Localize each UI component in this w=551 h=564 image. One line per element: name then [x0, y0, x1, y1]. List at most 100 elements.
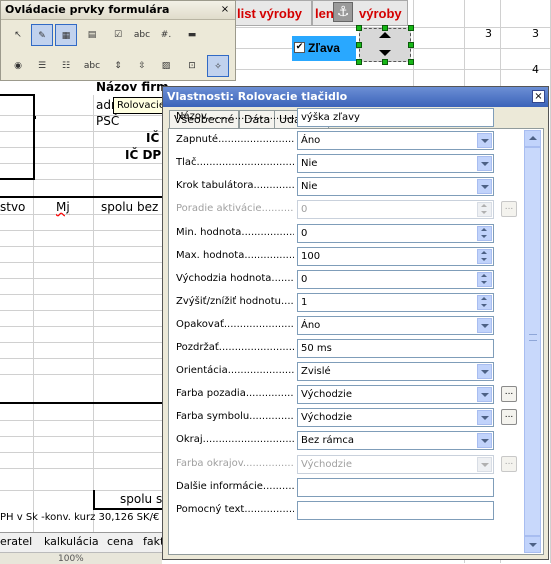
push-button-icon[interactable]: ▬	[181, 24, 203, 46]
selection-handle[interactable]	[356, 42, 362, 48]
property-value: Východzie	[301, 412, 352, 424]
chevron-down-icon[interactable]	[477, 133, 492, 149]
checkbox-icon[interactable]: ✔	[294, 42, 305, 53]
properties-scrollbar[interactable]	[524, 130, 541, 553]
list-box-icon[interactable]: ☰	[31, 55, 53, 77]
property-dropdown[interactable]: Bez rámca	[297, 431, 494, 451]
property-label: Min. hodnota.....................	[176, 226, 294, 238]
cell-value: 3	[532, 27, 539, 40]
scroll-up-button[interactable]	[524, 130, 541, 147]
chevron-down-icon[interactable]	[477, 410, 492, 426]
property-value: Nie	[301, 181, 318, 193]
form-controls-toolbar: Ovládacie prvky formulára × ↖ ✎ ▦ ▤ ☑ abc #. ▬ ◉…	[0, 0, 236, 81]
chevron-down-icon[interactable]	[477, 433, 492, 449]
spin-arrows-icon[interactable]	[477, 271, 492, 287]
property-dropdown[interactable]: Áno	[297, 315, 494, 335]
property-dropdown[interactable]: Východzie	[297, 385, 494, 405]
property-spinfield[interactable]: 0	[297, 223, 494, 243]
chevron-down-icon[interactable]	[477, 364, 492, 380]
text-box-icon[interactable]: abc	[131, 24, 153, 46]
property-dropdown[interactable]: Východzie	[297, 408, 494, 428]
property-label: Zapnuté............................	[176, 134, 294, 146]
scroll-down-button[interactable]	[524, 536, 541, 553]
property-value: Východzie	[301, 389, 352, 401]
chevron-up-icon	[529, 136, 537, 140]
cell-value: 3	[485, 27, 492, 40]
selection-handle[interactable]	[382, 59, 388, 65]
list-vyroby-button[interactable]: list výroby	[232, 0, 312, 26]
group-box-icon[interactable]: ⊡	[181, 55, 203, 77]
property-input[interactable]: výška zľavy	[297, 108, 494, 127]
property-label: Východzia hodnota..............	[176, 272, 294, 284]
more-options-button[interactable]: ...	[501, 409, 517, 426]
property-dropdown[interactable]: Nie	[297, 154, 494, 174]
chevron-down-icon[interactable]	[477, 387, 492, 403]
checkbox-icon[interactable]: ☑	[107, 24, 129, 46]
dialog-titlebar[interactable]: Vlastnosti: Rolovacie tlačidlo ×	[163, 87, 548, 107]
property-value: Východzie	[301, 458, 352, 470]
checkbox-label: Zľava	[308, 41, 340, 55]
len-button[interactable]: len výroby	[312, 0, 408, 26]
status-bar: 100%	[0, 552, 162, 564]
close-icon[interactable]: ×	[532, 90, 545, 103]
column-header-mnozstvo: stvo	[0, 200, 26, 214]
select-arrow-icon[interactable]: ↖	[7, 24, 29, 46]
property-label: Poradie aktivácie...............	[176, 203, 294, 215]
sheet-tab-cena[interactable]: cena	[107, 534, 134, 550]
chevron-down-icon[interactable]	[477, 156, 492, 172]
more-options-button[interactable]: ...	[501, 386, 517, 403]
selection-handle[interactable]	[408, 42, 414, 48]
cell-ico: IČ	[146, 131, 160, 145]
selection-handle[interactable]	[356, 59, 362, 65]
property-input[interactable]	[297, 477, 494, 497]
formatted-field-icon[interactable]: #.	[155, 24, 177, 46]
column-header-spolu-bez: spolu bez	[101, 200, 159, 214]
image-button-icon[interactable]: ▨	[155, 55, 177, 77]
spin-up-icon[interactable]	[379, 32, 391, 38]
chevron-down-icon[interactable]	[477, 179, 492, 195]
more-options-button: ...	[501, 455, 517, 472]
selection-handle[interactable]	[408, 59, 414, 65]
combo-box-icon[interactable]: ☷	[55, 55, 77, 77]
selection-handle[interactable]	[356, 25, 362, 31]
property-label: Opakovať..........................	[176, 318, 294, 330]
property-value: Zvislé	[301, 366, 331, 378]
design-mode-icon[interactable]: ✎	[31, 24, 53, 46]
option-button-icon[interactable]: ◉	[7, 55, 29, 77]
property-spinfield[interactable]: 1	[297, 292, 494, 312]
selection-handle[interactable]	[382, 25, 388, 31]
form-properties-icon[interactable]: ▤	[81, 24, 103, 46]
property-dropdown[interactable]: Nie	[297, 177, 494, 197]
zlava-checkbox-control[interactable]: ✔ Zľava	[292, 36, 356, 61]
property-input[interactable]	[297, 500, 494, 520]
property-dropdown[interactable]: Zvislé	[297, 362, 494, 382]
spin-arrows-icon[interactable]	[477, 248, 492, 264]
label-icon[interactable]: abc	[81, 55, 103, 77]
property-spinfield[interactable]: 0	[297, 269, 494, 289]
spin-arrows-icon[interactable]	[477, 225, 492, 241]
cell-spolu: spolu s	[120, 492, 163, 506]
property-spinfield[interactable]: 100	[297, 246, 494, 266]
spin-button-icon[interactable]: ⇕	[107, 55, 129, 77]
dialog-title: Vlastnosti: Rolovacie tlačidlo	[167, 90, 348, 103]
cell-footer-note: PH v Sk -konv. kurz 30,126 SK/€	[0, 512, 160, 523]
chevron-down-icon[interactable]	[477, 317, 492, 333]
property-value: 0	[301, 204, 308, 216]
property-label: Farba okrajov.....................	[176, 457, 294, 469]
spin-down-icon[interactable]	[379, 50, 391, 56]
selection-handle[interactable]	[408, 25, 414, 31]
sheet-tab-kalkulacia[interactable]: kalkulácia	[44, 534, 99, 550]
scrollbar-icon[interactable]: ⇳	[131, 55, 153, 77]
property-value: Áno	[301, 135, 321, 147]
wizard-icon[interactable]: ✧	[207, 55, 229, 77]
toolbar-titlebar[interactable]: Ovládacie prvky formulára ×	[1, 1, 235, 20]
control-properties-icon[interactable]: ▦	[55, 24, 77, 46]
property-dropdown[interactable]: Áno	[297, 131, 494, 151]
sheet-tab-eratel[interactable]: eratel	[0, 534, 32, 550]
property-value: Bez rámca	[301, 435, 355, 447]
spin-arrows-icon[interactable]	[477, 294, 492, 310]
spin-button-control[interactable]	[359, 28, 411, 62]
scroll-thumb[interactable]	[524, 147, 541, 536]
close-icon[interactable]: ×	[219, 4, 231, 16]
property-input[interactable]: 50 ms	[297, 339, 494, 358]
